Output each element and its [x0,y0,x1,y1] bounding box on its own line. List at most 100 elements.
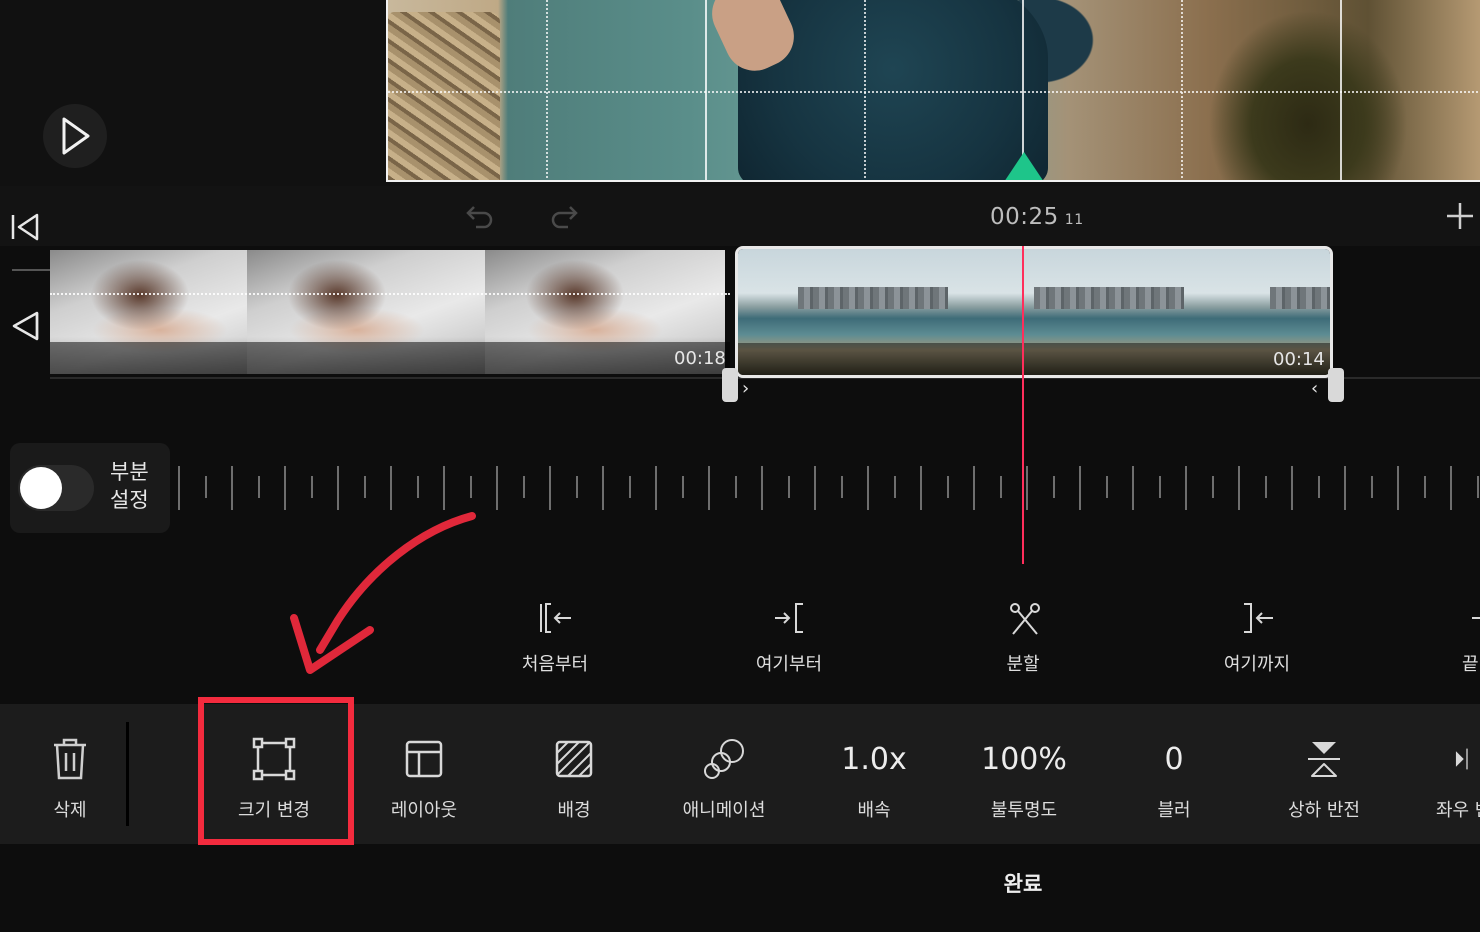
triangle-left-icon [12,311,39,341]
video-clip-1[interactable]: 00:18 [50,250,730,374]
split-button[interactable]: 분할 [963,592,1083,682]
ruler-tick [231,466,233,510]
scissors-icon [1010,603,1040,635]
flip-vertical-icon [1308,742,1340,777]
ruler-tick [549,466,551,510]
ruler-tick [1185,466,1187,510]
opacity-value: 100% [981,741,1067,777]
flip-horizontal-button[interactable]: 좌우 반 [1404,704,1480,844]
plus-icon [1447,203,1473,229]
trim-to-here-button[interactable]: 여기까지 [1197,592,1317,682]
ruler-tick [761,466,763,510]
playhead[interactable] [1022,246,1024,564]
layout-icon [405,740,443,778]
timeline-ruler[interactable] [170,462,1480,512]
ruler-tick [1053,476,1055,498]
ruler-tick [470,476,472,498]
flip-horizontal-icon [1455,748,1468,770]
partial-setting-toggle[interactable] [18,465,94,511]
flip-vertical-label: 상하 반전 [1288,800,1360,821]
ruler-tick [576,476,578,498]
animation-button[interactable]: 애니메이션 [654,704,794,844]
partial-setting-label: 부분 설정 [110,458,160,514]
clip-overlay [738,343,1330,375]
layout-label: 레이아웃 [390,800,458,821]
ruler-tick [788,476,790,498]
play-button[interactable] [43,104,107,168]
ruler-tick [1026,466,1028,510]
partial-label-line2: 설정 [110,488,149,512]
annotation-arrow [290,512,476,674]
ruler-tick [1477,476,1479,498]
partial-label-line1: 부분 [110,460,149,484]
clip-end-handle[interactable] [1328,368,1344,402]
ruler-tick [629,476,631,498]
clip-start-handle[interactable] [722,368,738,402]
ruler-tick [841,476,843,498]
undo-button[interactable] [462,198,498,234]
ruler-tick [1159,476,1161,498]
add-clip-button[interactable] [1442,198,1478,234]
ruler-tick [708,466,710,510]
ruler-tick [814,466,816,510]
ruler-tick [258,476,260,498]
skip-to-start-button[interactable] [6,210,44,244]
ruler-tick [1371,476,1373,498]
trim-start-icon [540,603,571,633]
layout-button[interactable]: 레이아웃 [354,704,494,844]
blur-button[interactable]: 0 블러 [1104,704,1244,844]
ruler-tick [364,476,366,498]
timecode-main: 00:25 [990,204,1059,230]
ruler-tick [496,466,498,510]
preview-position-marker [1004,152,1044,180]
timecode-frames: 11 [1064,212,1084,228]
trim-from-here-button[interactable]: 여기부터 [729,592,849,682]
background-pattern-icon [555,740,593,778]
ruler-tick [523,476,525,498]
undo-icon [466,206,493,229]
trim-label: 분할 [1006,654,1040,675]
delete-button[interactable]: 삭제 [0,704,140,844]
ruler-tick [205,476,207,498]
ruler-tick [311,476,313,498]
play-icon [62,117,90,155]
blur-label: 블러 [1157,800,1191,821]
trash-icon [54,738,86,780]
chevron-left-icon: ‹ [1311,378,1319,399]
video-preview[interactable] [386,0,1480,182]
ruler-tick [1000,476,1002,498]
redo-icon [551,206,578,229]
done-button[interactable]: 완료 [963,868,1083,898]
previous-button[interactable] [6,308,44,344]
clip-duration: 00:18 [674,348,726,369]
video-clip-2-selected[interactable]: 00:14 [735,246,1333,378]
blur-value: 0 [1164,741,1184,777]
ruler-tick [178,466,180,510]
ruler-tick [417,476,419,498]
trim-label: 여기까지 [1223,654,1291,675]
trim-from-start-button[interactable]: 처음부터 [495,592,615,682]
ruler-tick [1238,466,1240,510]
trim-label: 여기부터 [755,654,823,675]
trim-from-here-icon [775,603,803,633]
ruler-tick [337,466,339,510]
trim-label: 처음부터 [521,654,589,675]
speed-button[interactable]: 1.0x 배속 [804,704,944,844]
ruler-tick [894,476,896,498]
opacity-button[interactable]: 100% 불투명도 [954,704,1094,844]
trim-to-end-button[interactable]: 끝 [1418,592,1480,682]
delete-label: 삭제 [53,800,87,821]
ruler-tick [1132,466,1134,510]
redo-button[interactable] [546,198,582,234]
flip-vertical-button[interactable]: 상하 반전 [1254,704,1394,844]
ruler-tick [1318,476,1320,498]
background-label: 배경 [557,800,591,821]
ruler-tick [1079,466,1081,510]
background-button[interactable]: 배경 [504,704,644,844]
toggle-knob [20,467,62,509]
track-indicator [12,269,50,271]
trim-label: 끝 [1462,654,1479,675]
timeline-header [0,186,1480,246]
clip-overlay [50,342,730,374]
animation-circles-icon [704,739,744,779]
